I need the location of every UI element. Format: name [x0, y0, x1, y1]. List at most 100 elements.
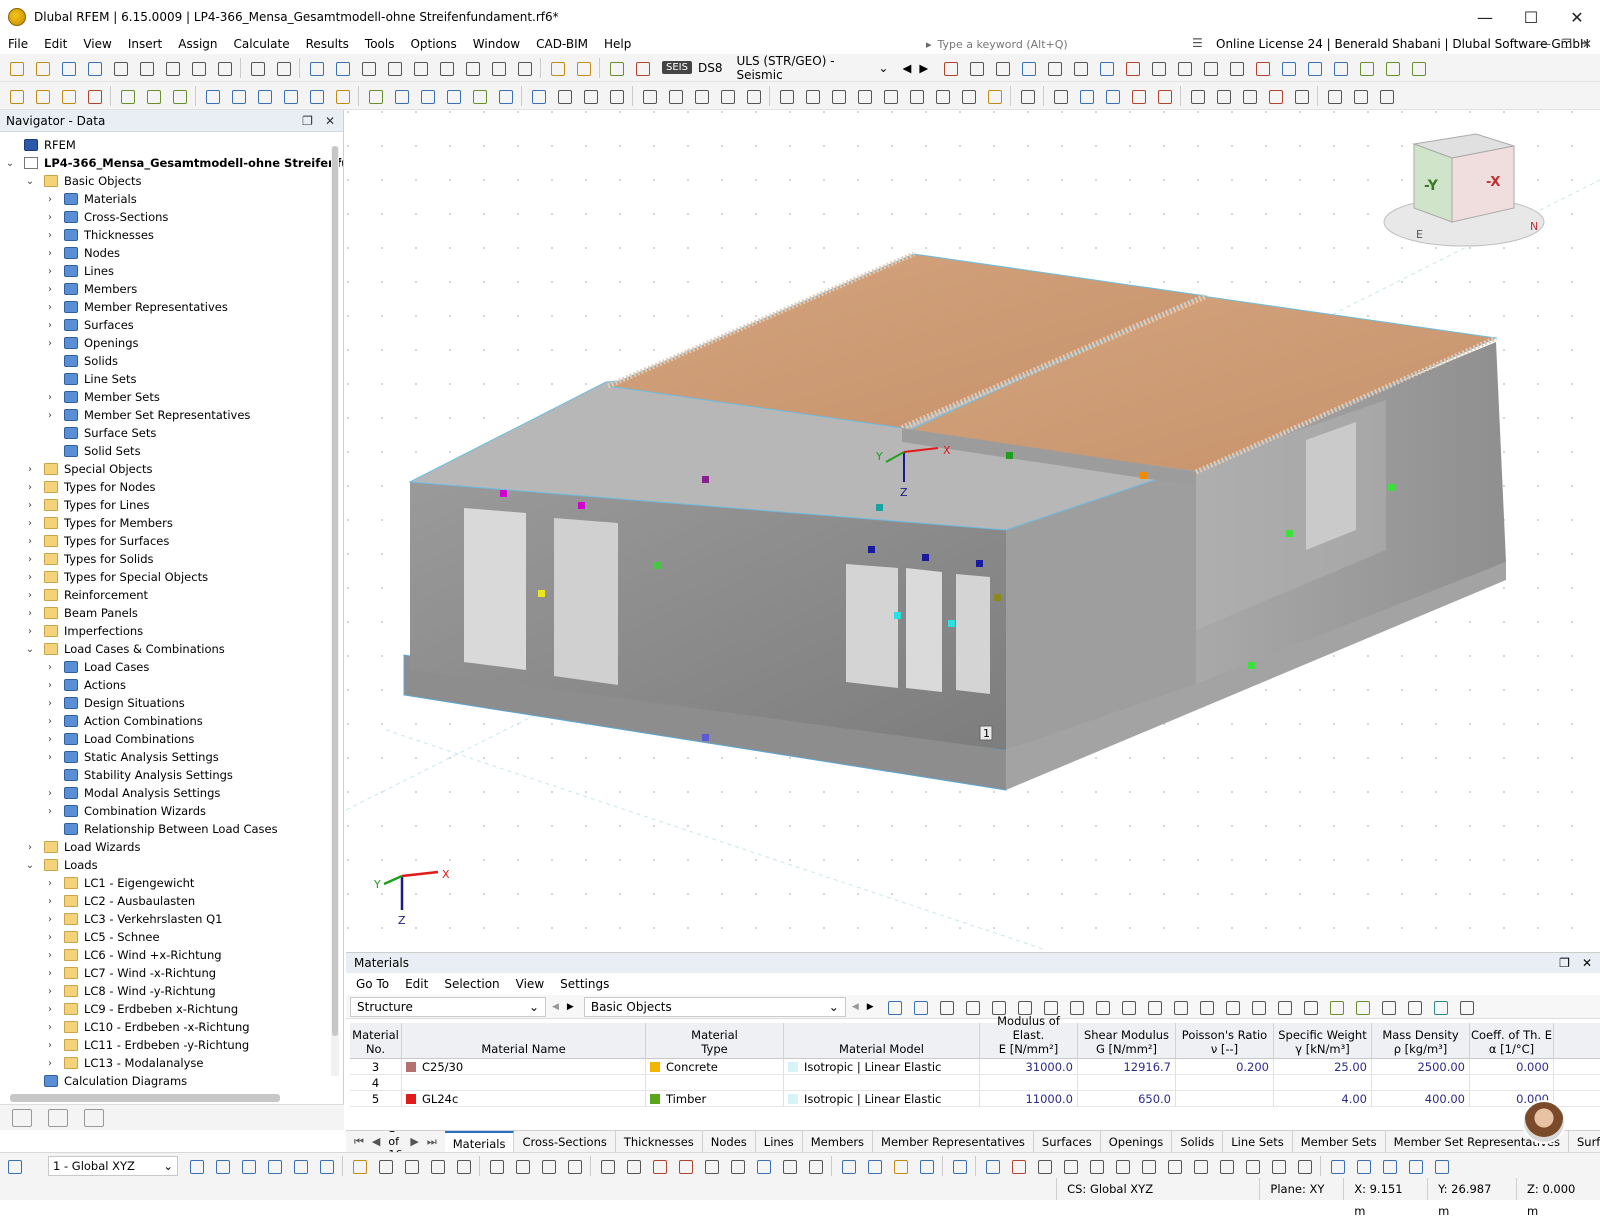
dimension-line-icon[interactable] [554, 86, 574, 106]
move-left-icon[interactable] [1144, 997, 1164, 1017]
guide-icon[interactable] [264, 1156, 284, 1176]
layer-1-icon[interactable] [1324, 86, 1344, 106]
table-cell[interactable]: GL24c [402, 1091, 646, 1106]
fullscreen-icon[interactable] [1431, 1156, 1451, 1176]
combination-dropdown[interactable]: ULS (STR/GEO) - Seismic ⌄ [732, 54, 892, 81]
tree-item[interactable]: ⌄ Basic Objects [0, 172, 142, 190]
tree-item[interactable]: › Action Combinations [0, 712, 203, 730]
tree-item[interactable]: › LC6 - Wind +x-Richtung [0, 946, 222, 964]
first-page-icon[interactable]: ⏮ [354, 1135, 364, 1149]
coordinate-system-icon[interactable] [1356, 58, 1376, 78]
view-iso-icon[interactable] [1304, 58, 1324, 78]
table-cell[interactable]: 650.0 [1078, 1091, 1176, 1106]
tab-item[interactable]: Materials [444, 1131, 515, 1152]
tab-item[interactable]: Member Representatives [873, 1131, 1034, 1152]
tree-item[interactable]: › Load Combinations [0, 730, 194, 748]
select-in-model-icon[interactable] [884, 997, 904, 1017]
column-header[interactable]: Material Type [646, 1023, 784, 1058]
tree-item[interactable]: Calculation Diagrams [0, 1072, 187, 1090]
node-marker[interactable] [976, 560, 983, 567]
calculate-icon[interactable] [547, 58, 567, 78]
node-marker[interactable] [702, 476, 709, 483]
divide-line-icon[interactable] [805, 1156, 825, 1176]
move-icon[interactable] [776, 86, 796, 106]
model-view-svg[interactable]: X Y Z 1 X Y Z -Y -X E N [346, 110, 1600, 950]
prev-page-icon[interactable]: ◀ [372, 1135, 380, 1148]
layer-2-icon[interactable] [1350, 86, 1370, 106]
tree-item[interactable]: RFEM [0, 136, 76, 154]
mesh-icon[interactable] [1076, 86, 1096, 106]
last-page-icon[interactable]: ⏭ [427, 1135, 437, 1149]
calculate-all-icon[interactable] [573, 58, 593, 78]
chevron-right-icon[interactable]: › [44, 1040, 56, 1051]
minimize-button[interactable]: — [1462, 0, 1508, 34]
tree-item[interactable]: › Member Representatives [0, 298, 228, 316]
tree-item[interactable]: Solid Sets [0, 442, 141, 460]
new-surface-icon[interactable] [84, 86, 104, 106]
tree-item[interactable]: Surface Sets [0, 424, 156, 442]
next-arrow-icon[interactable]: ▶ [919, 61, 928, 75]
tree-item[interactable]: › Types for Surfaces [0, 532, 169, 550]
table-icon[interactable] [936, 997, 956, 1017]
clipboard-icon[interactable] [384, 58, 404, 78]
chevron-right-icon[interactable]: › [24, 482, 36, 493]
chevron-right-icon[interactable]: › [24, 572, 36, 583]
mark-icon[interactable] [349, 1156, 369, 1176]
chevron-right-icon[interactable]: › [44, 680, 56, 691]
arc-icon[interactable] [538, 1156, 558, 1176]
tree-item[interactable]: › Types for Lines [0, 496, 150, 514]
tree-item[interactable]: › Types for Special Objects [0, 568, 208, 586]
tab-item[interactable]: Solids [1172, 1131, 1224, 1152]
float-icon[interactable]: ❐ [302, 114, 313, 128]
tree-item[interactable]: › Lines [0, 262, 114, 280]
support-icon[interactable] [117, 86, 137, 106]
table-cell[interactable]: Isotropic | Linear Elastic [784, 1059, 980, 1074]
close-icon[interactable]: ✕ [325, 114, 335, 128]
load-icon[interactable] [202, 86, 222, 106]
result-values-icon[interactable] [992, 58, 1012, 78]
calculator-icon[interactable] [488, 58, 508, 78]
chevron-right-icon[interactable]: › [44, 878, 56, 889]
tree-item[interactable]: › LC10 - Erdbeben -x-Richtung [0, 1018, 250, 1036]
show-values-icon[interactable] [966, 58, 986, 78]
magnet-icon[interactable] [982, 1156, 1002, 1176]
tree-item[interactable]: › Types for Solids [0, 550, 154, 568]
coordinate-z-icon[interactable] [1408, 58, 1428, 78]
spline-icon[interactable] [675, 1156, 695, 1176]
chevron-right-icon[interactable]: › [44, 248, 56, 259]
tables-toggle-icon[interactable] [332, 58, 352, 78]
table-cell[interactable] [1176, 1091, 1274, 1106]
join-icon[interactable] [984, 86, 1004, 106]
chevron-right-icon[interactable]: › [44, 932, 56, 943]
tree-item[interactable]: › Actions [0, 676, 126, 694]
chevron-right-icon[interactable]: › [24, 518, 36, 529]
tree-item[interactable]: Solids [0, 352, 118, 370]
layer-3-icon[interactable] [1376, 86, 1396, 106]
data-stack-icon[interactable] [462, 58, 482, 78]
dimension-icon[interactable] [375, 1156, 395, 1176]
block-icon[interactable] [691, 86, 711, 106]
chevron-right-icon[interactable]: › [24, 626, 36, 637]
tree-item[interactable]: › LC2 - Ausbaulasten [0, 892, 195, 910]
tree-item[interactable]: › Load Cases [0, 658, 149, 676]
dimension-arc-icon[interactable] [580, 86, 600, 106]
tab-item[interactable]: Member Sets [1293, 1131, 1386, 1152]
unlink-icon[interactable] [1213, 86, 1233, 106]
previous-arrow-icon[interactable]: ◀ [552, 1002, 559, 1012]
camera-icon[interactable] [1291, 86, 1311, 106]
tree-item[interactable]: › Cross-Sections [0, 208, 168, 226]
ortho-icon[interactable] [290, 1156, 310, 1176]
grid-points-icon[interactable] [864, 1156, 884, 1176]
deformation-icon[interactable] [1018, 58, 1038, 78]
menu-help[interactable]: Help [596, 34, 639, 54]
tab-item[interactable]: Members [803, 1131, 874, 1152]
table-row[interactable]: 5 GL24c Timber Isotropic | Linear Elastic 11… [350, 1091, 1600, 1107]
tree-item[interactable]: › LC9 - Erdbeben x-Richtung [0, 1000, 238, 1018]
visibility-icon[interactable] [717, 86, 737, 106]
tree-item[interactable]: Relationship Between Load Cases [0, 820, 278, 838]
support-reactions-icon[interactable] [1122, 58, 1142, 78]
frame-icon[interactable] [417, 86, 437, 106]
table-cell[interactable]: 3 [350, 1059, 402, 1074]
menu-results[interactable]: Results [298, 34, 357, 54]
grid-snap-icon[interactable] [838, 1156, 858, 1176]
